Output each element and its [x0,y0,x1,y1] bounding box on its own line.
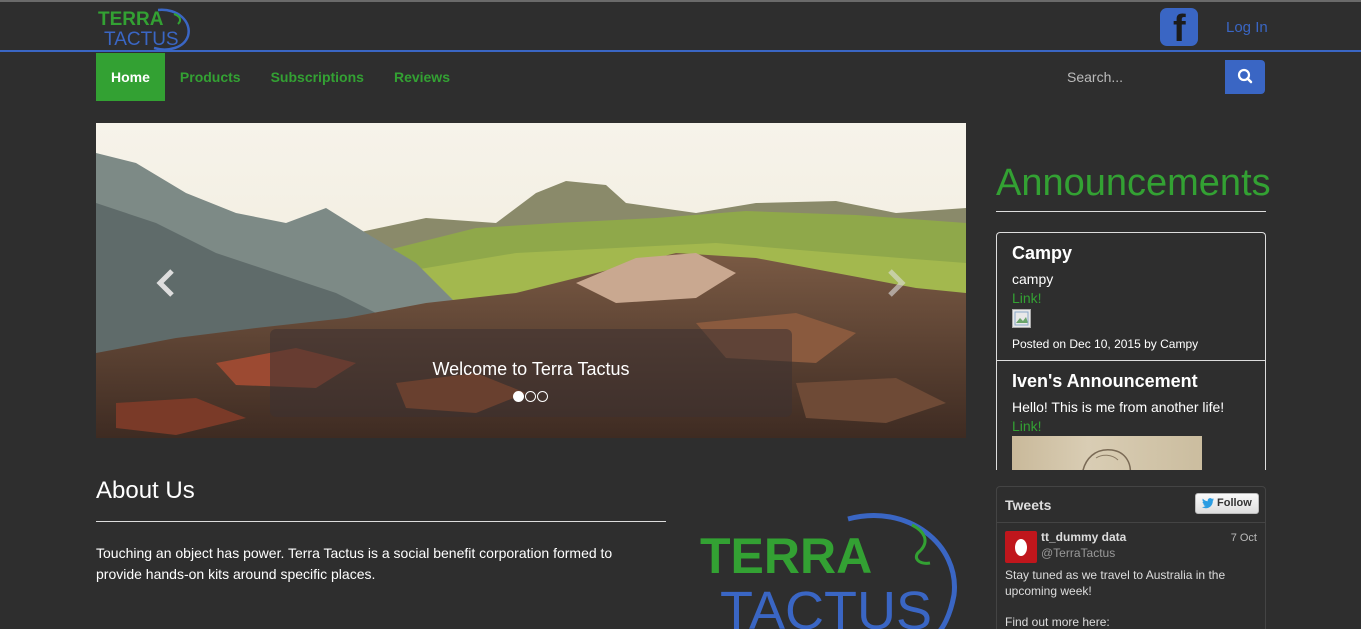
announcement-meta: Posted on Dec 10, 2015 by Campy [1012,337,1199,351]
carousel-prev-icon[interactable] [148,263,188,303]
terra-tactus-logo[interactable]: TERRA TACTUS [96,4,196,52]
tweets-header: Tweets Follow [997,487,1265,523]
tweet-more-text: Find out more here: [1005,615,1110,629]
svg-text:TERRA: TERRA [98,9,164,30]
about-divider [96,521,666,522]
search-button[interactable] [1225,60,1265,94]
twitter-bird-icon [1202,498,1214,509]
top-bar: TERRA TACTUS f Log In [0,0,1361,52]
announcements-title: Announcements [996,162,1271,204]
tweet-date[interactable]: 7 Oct [1231,532,1257,544]
carousel-dot-2[interactable] [525,391,536,402]
carousel-next-icon[interactable] [876,263,916,303]
about-text: Touching an object has power. Terra Tact… [96,545,613,582]
carousel-dot-1[interactable] [513,391,524,402]
announcements-divider [996,211,1266,212]
hero-carousel[interactable]: Welcome to Terra Tactus [96,123,966,438]
tweet-author-handle[interactable]: @TerraTactus [1041,546,1115,560]
tweet-text: Stay tuned as we travel to Australia in … [1005,568,1226,598]
main-nav: Home Products Subscriptions Reviews [96,53,465,101]
announcement-title: Iven's Announcement [1012,371,1198,391]
svg-text:TACTUS: TACTUS [720,581,932,629]
announcements-list[interactable]: Campy campy Link! Posted on Dec 10, 2015… [996,232,1266,470]
search-icon [1237,68,1253,84]
svg-text:TACTUS: TACTUS [104,29,179,50]
tweet-avatar[interactable] [1005,531,1037,563]
search-input[interactable] [1055,60,1225,94]
announcement-body: campy [1012,271,1054,287]
announcement-title: Campy [1012,243,1073,263]
twitter-follow-button[interactable]: Follow [1195,493,1259,514]
tweets-title: Tweets [1005,497,1052,513]
nav-item-home[interactable]: Home [96,53,165,101]
announcement-link[interactable]: Link! [1012,290,1250,306]
twitter-follow-label: Follow [1217,497,1252,509]
announcement-item: Campy campy Link! Posted on Dec 10, 2015… [997,233,1265,361]
carousel-caption: Welcome to Terra Tactus [270,329,792,417]
announcement-photo [1012,436,1202,470]
facebook-icon: f [1173,8,1186,50]
announcement-body: Hello! This is me from another life! [1012,399,1225,415]
carousel-indicators [513,391,548,402]
nav-item-products[interactable]: Products [165,53,256,101]
carousel-dot-3[interactable] [537,391,548,402]
announcement-link[interactable]: Link! [1012,418,1250,434]
tweet-author-name[interactable]: tt_dummy data [1041,530,1126,544]
nav-item-subscriptions[interactable]: Subscriptions [256,53,379,101]
broken-image-icon [1012,309,1031,328]
carousel-caption-text: Welcome to Terra Tactus [432,359,630,379]
announcement-item: Iven's Announcement Hello! This is me fr… [997,361,1265,470]
login-link[interactable]: Log In [1226,19,1268,36]
twitter-widget: Tweets Follow tt_dummy data @TerraTactus… [996,486,1266,629]
nav-item-reviews[interactable]: Reviews [379,53,465,101]
facebook-button[interactable]: f [1160,8,1198,50]
svg-text:TERRA: TERRA [700,528,872,584]
terra-tactus-logo-large: TERRA TACTUS [700,513,957,629]
about-title: About Us [96,477,195,504]
